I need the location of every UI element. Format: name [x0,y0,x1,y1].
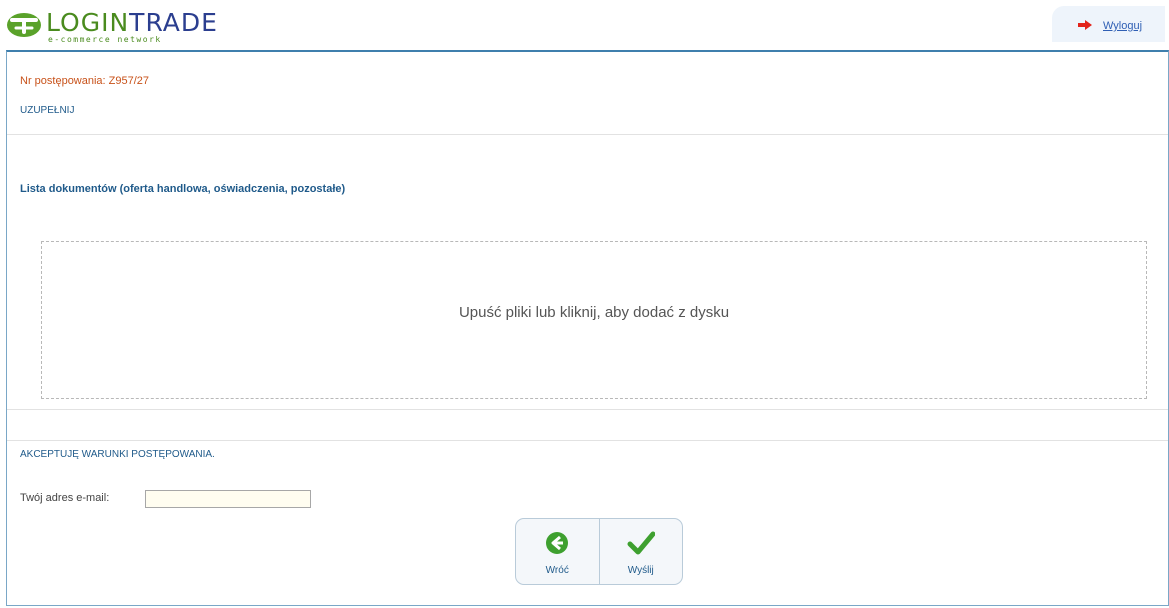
logintrade-logo[interactable]: LOGINTRADE e-commerce network [6,9,217,44]
send-button-label: Wyślij [627,565,654,576]
logout-link[interactable]: Wyloguj [1103,20,1142,32]
divider [7,409,1168,410]
green-checkmark-icon [627,531,655,555]
action-buttons: Wróć Wyślij [515,518,683,585]
procedure-number: Nr postępowania: Z957/27 [20,75,150,87]
logo-wordmark: LOGINTRADE [46,8,218,37]
complete-label: UZUPEŁNIJ [20,105,75,116]
back-button-label: Wróć [545,565,569,576]
page-header: LOGINTRADE e-commerce network Wyloguj [0,0,1169,48]
logout-box: Wyloguj [1052,6,1165,42]
divider [7,134,1168,135]
email-label: Twój adres e-mail: [20,492,110,504]
logo-word-login: LOGIN [46,8,130,37]
accept-terms-label[interactable]: AKCEPTUJĘ WARUNKI POSTĘPOWANIA. [20,449,215,460]
logo-text: LOGINTRADE e-commerce network [46,8,218,44]
email-input[interactable] [145,490,311,508]
main-panel: Nr postępowania: Z957/27 UZUPEŁNIJ Lista… [6,50,1169,606]
back-button[interactable]: Wróć [516,519,599,584]
green-circle-arrow-left-icon [546,532,569,554]
logo-word-trade: TRADE [129,8,218,37]
dropzone-text: Upuść pliki lub kliknij, aby dodać z dys… [458,304,730,321]
send-button[interactable]: Wyślij [598,519,683,584]
documents-list-title: Lista dokumentów (oferta handlowa, oświa… [20,183,346,195]
file-dropzone[interactable]: Upuść pliki lub kliknij, aby dodać z dys… [41,241,1147,399]
divider [7,440,1168,441]
red-arrow-right-icon [1078,20,1092,30]
logintrade-logo-icon [7,13,41,37]
